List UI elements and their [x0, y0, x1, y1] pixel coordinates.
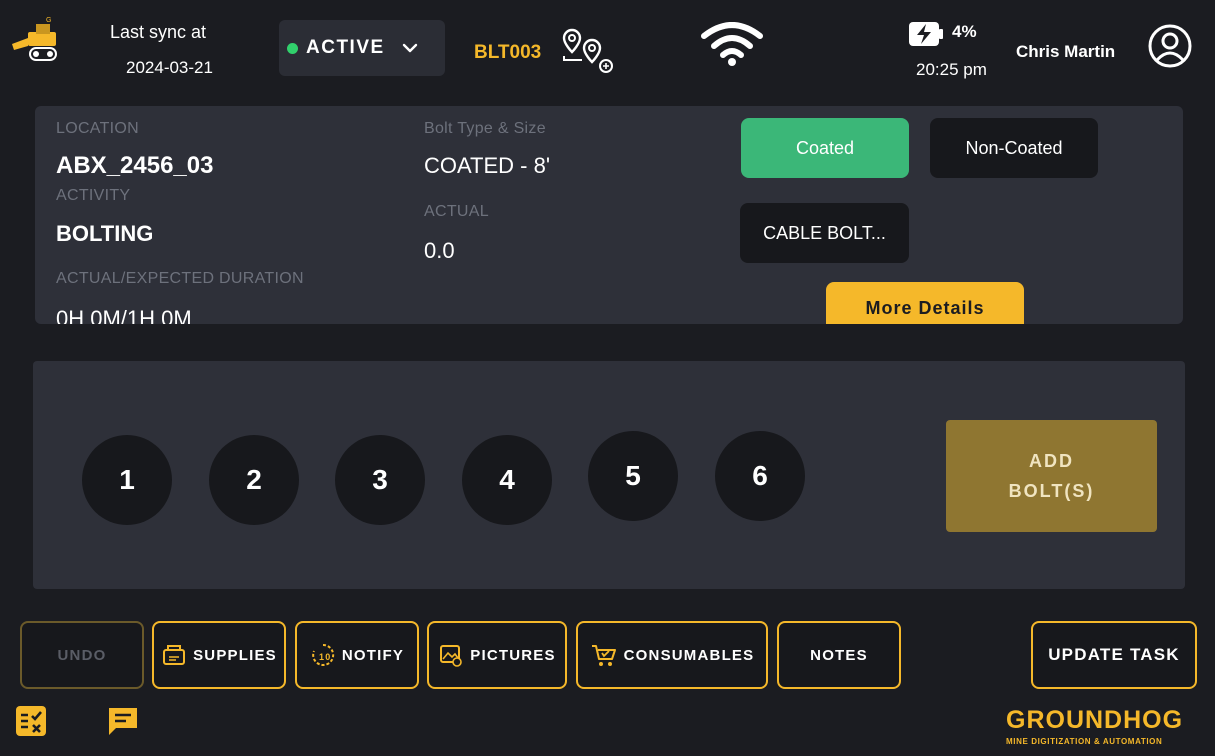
add-bolts-button[interactable]: ADD BOLT(S) — [946, 420, 1157, 532]
coated-button[interactable]: Coated — [741, 118, 909, 178]
pictures-button[interactable]: PICTURES — [427, 621, 567, 689]
actual-label: ACTUAL — [424, 203, 489, 220]
duration-label: ACTUAL/EXPECTED DURATION — [56, 270, 304, 287]
user-name: Chris Martin — [1016, 42, 1116, 61]
notes-button[interactable]: NOTES — [777, 621, 901, 689]
machine-logo-icon: G — [12, 17, 57, 61]
clock-time: 20:25 pm — [916, 60, 987, 79]
location-label: LOCATION — [56, 120, 140, 137]
brand-tagline: MINE DIGITIZATION & AUTOMATION — [1006, 737, 1163, 746]
actual-value: 0.0 — [424, 238, 455, 263]
checklist-icon[interactable] — [14, 704, 48, 738]
cable-bolt-button[interactable]: CABLE BOLT... — [740, 203, 909, 263]
pictures-label: PICTURES — [470, 646, 556, 664]
chevron-down-icon — [402, 43, 417, 53]
status-dot-icon — [287, 42, 298, 54]
card-divider — [35, 324, 1183, 360]
route-pins-icon[interactable] — [562, 26, 626, 74]
bolt-number-5[interactable]: 5 — [588, 431, 678, 521]
update-task-button[interactable]: UPDATE TASK — [1031, 621, 1197, 689]
cart-icon — [591, 645, 616, 666]
bolt-number-6[interactable]: 6 — [715, 431, 805, 521]
wifi-icon — [701, 22, 763, 66]
add-bolts-line2: BOLT(S) — [1008, 481, 1095, 501]
status-dropdown[interactable]: ACTIVE — [279, 20, 445, 76]
message-icon[interactable] — [106, 704, 140, 738]
machine-id: BLT003 — [474, 42, 542, 63]
svg-text:10: 10 — [319, 652, 331, 662]
last-sync-label: Last sync at — [110, 22, 207, 42]
battery-percent: 4% — [952, 22, 977, 41]
bolt-number-4[interactable]: 4 — [462, 435, 552, 525]
notify-button[interactable]: 10 NOTIFY — [295, 621, 419, 689]
add-bolts-line1: ADD — [1029, 451, 1074, 471]
notify-label: NOTIFY — [341, 646, 405, 664]
bolt-number-2[interactable]: 2 — [209, 435, 299, 525]
consumables-label: CONSUMABLES — [623, 646, 755, 664]
supplies-button[interactable]: SUPPLIES — [152, 621, 286, 689]
notes-label: NOTES — [810, 646, 868, 664]
pictures-icon — [440, 645, 463, 667]
consumables-button[interactable]: CONSUMABLES — [576, 621, 768, 689]
timer-notify-icon: 10 — [312, 643, 335, 666]
battery-charging-icon — [909, 22, 943, 46]
activity-label: ACTIVITY — [56, 187, 131, 204]
supplies-icon — [163, 645, 186, 665]
location-value: ABX_2456_03 — [56, 152, 214, 179]
update-task-label: UPDATE TASK — [1048, 645, 1180, 664]
brand-logo: GROUNDHOG — [1006, 706, 1184, 734]
activity-value: BOLTING — [56, 221, 154, 246]
last-sync-date: 2024-03-21 — [126, 58, 213, 77]
svg-text:G: G — [46, 17, 51, 24]
undo-label: UNDO — [57, 646, 107, 664]
bolt-type-label: Bolt Type & Size — [424, 120, 546, 137]
more-details-button[interactable]: More Details — [826, 282, 1024, 324]
status-value: ACTIVE — [306, 37, 385, 58]
undo-button[interactable]: UNDO — [20, 621, 144, 689]
user-avatar-icon[interactable] — [1148, 24, 1192, 68]
non-coated-button[interactable]: Non-Coated — [930, 118, 1098, 178]
bolt-number-1[interactable]: 1 — [82, 435, 172, 525]
supplies-label: SUPPLIES — [193, 646, 277, 664]
bolt-type-value: COATED - 8' — [424, 153, 551, 178]
bolt-number-3[interactable]: 3 — [335, 435, 425, 525]
